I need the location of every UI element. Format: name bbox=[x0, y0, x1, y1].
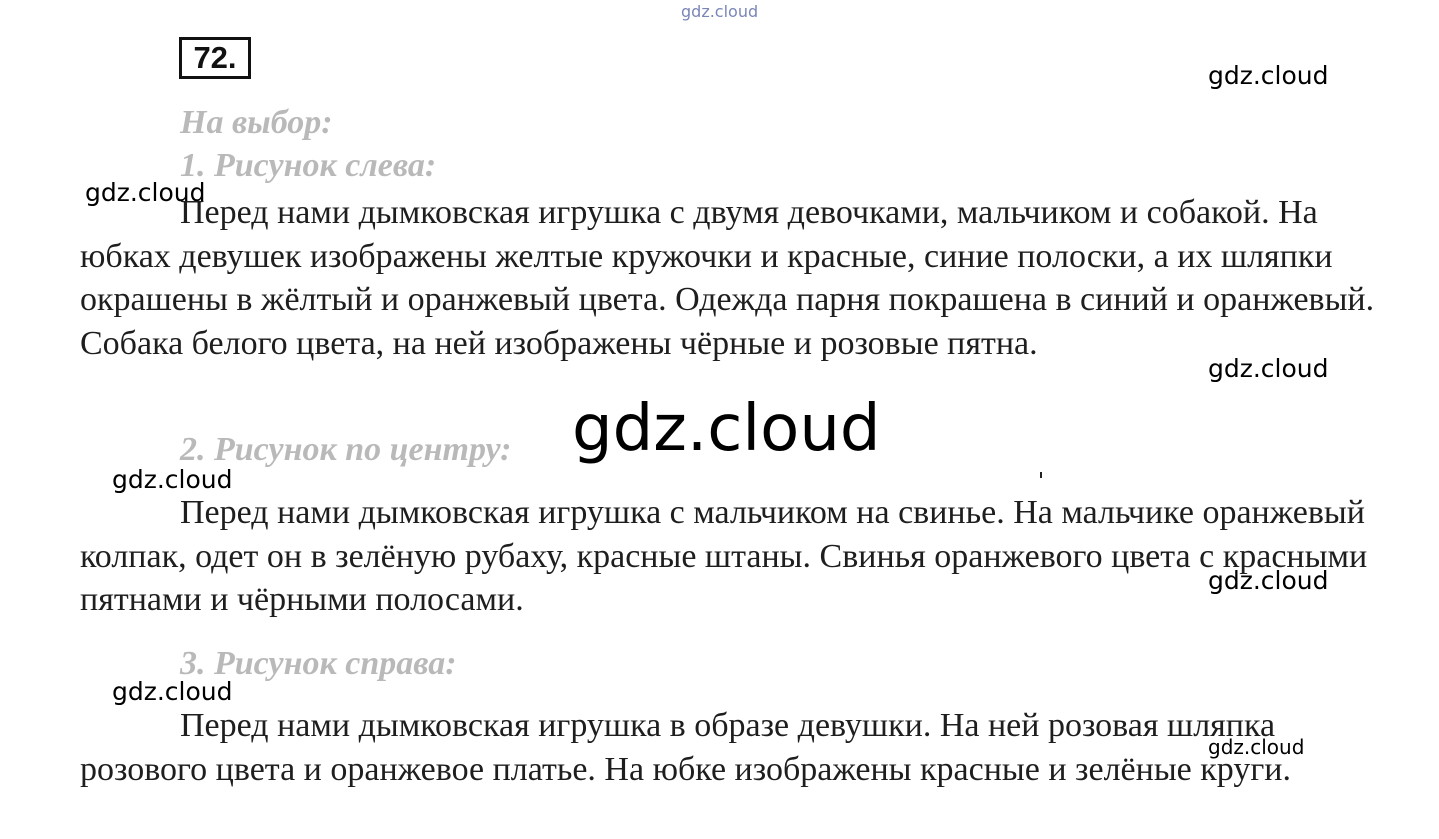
watermark: gdz.cloud bbox=[1208, 566, 1329, 595]
watermark: gdz.cloud bbox=[112, 465, 233, 494]
section-1-text: Перед нами дымковская игрушка с двумя де… bbox=[80, 194, 1375, 362]
speck bbox=[1040, 472, 1042, 478]
section-1-heading: 1. Рисунок слева: bbox=[180, 147, 437, 184]
section-3-text: Перед нами дымковская игрушка в образе д… bbox=[80, 707, 1291, 788]
watermark-top: gdz.cloud bbox=[681, 2, 759, 21]
watermark: gdz.cloud bbox=[1208, 354, 1329, 383]
task-number: 72. bbox=[179, 37, 251, 79]
section-2-text: Перед нами дымковская игрушка с мальчико… bbox=[80, 494, 1368, 618]
page: gdz.cloud 72. gdz.cloud На выбор: 1. Рис… bbox=[0, 0, 1439, 839]
watermark: gdz.cloud bbox=[1208, 735, 1305, 759]
watermark: gdz.cloud bbox=[112, 677, 233, 706]
watermark: gdz.cloud bbox=[1208, 61, 1329, 90]
watermark-large: gdz.cloud bbox=[572, 392, 881, 466]
choice-heading: На выбор: bbox=[180, 104, 333, 141]
section-2-heading: 2. Рисунок по центру: bbox=[180, 431, 512, 468]
